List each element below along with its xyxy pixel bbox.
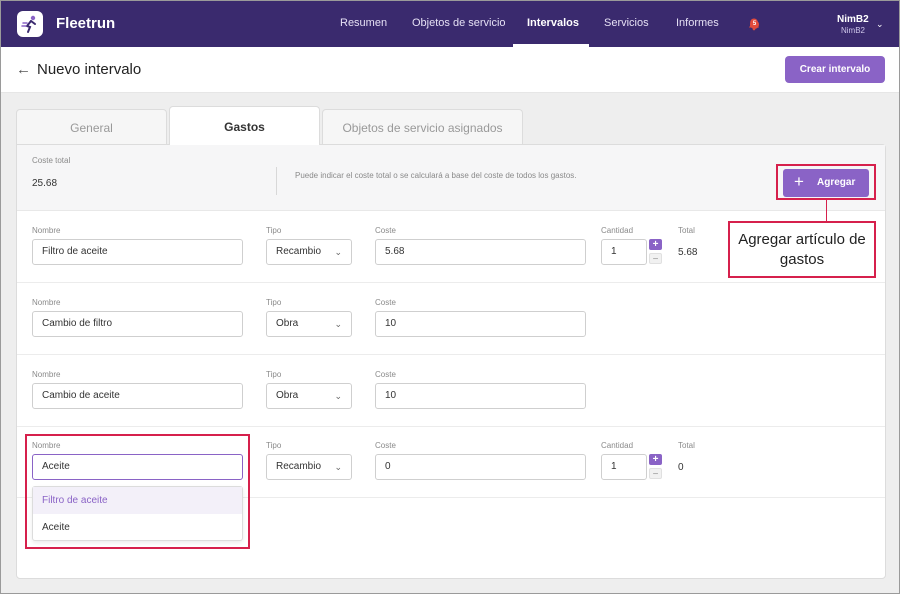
highlight-box [776, 164, 876, 200]
screenshot-frame: Fleetrun Resumen Objetos de servicio Int… [0, 0, 900, 594]
tab-general[interactable]: General [16, 109, 167, 144]
row-total: 5.68 [678, 247, 698, 258]
cost-label: Coste [375, 226, 396, 235]
divider [276, 167, 277, 195]
tab-gastos[interactable]: Gastos [169, 106, 320, 145]
chevron-down-icon: ⌄ [334, 462, 342, 472]
user-account: NimB2 [841, 26, 866, 35]
expense-type-select[interactable]: Recambio ⌄ [266, 454, 352, 480]
notification-count: 5 [750, 20, 759, 29]
expense-name-input[interactable]: Cambio de aceite [32, 383, 243, 409]
page-header: ← Nuevo intervalo [1, 47, 899, 93]
annotation-callout: Agregar artículo de gastos [728, 221, 876, 278]
expense-type-select[interactable]: Obra ⌄ [266, 383, 352, 409]
name-label: Nombre [32, 298, 61, 307]
nav-link-servicios[interactable]: Servicios [604, 17, 649, 29]
annotation-connector [826, 199, 827, 222]
quantity-input[interactable]: 1 [601, 454, 647, 480]
chevron-down-icon: ⌄ [334, 319, 342, 329]
total-label: Total [678, 441, 695, 450]
tab-assigned-objects[interactable]: Objetos de servicio asignados [322, 109, 523, 144]
expense-cost-input[interactable]: 10 [375, 311, 586, 337]
quantity-increment-button[interactable]: + [649, 239, 662, 250]
expense-type-value: Obra [276, 390, 299, 401]
quantity-decrement-button[interactable]: − [649, 468, 662, 480]
create-interval-button[interactable]: Crear intervalo [785, 56, 885, 83]
chevron-down-icon: ⌄ [334, 247, 342, 257]
quantity-increment-button[interactable]: + [649, 454, 662, 465]
expense-type-select[interactable]: Recambio ⌄ [266, 239, 352, 265]
nav-link-informes[interactable]: Informes [676, 17, 719, 29]
nav-link-intervalos[interactable]: Intervalos [527, 17, 579, 29]
type-label: Tipo [266, 226, 282, 235]
expense-cost-input[interactable]: 5.68 [375, 239, 586, 265]
expense-cost-input[interactable]: 0 [375, 454, 586, 480]
expense-name-input[interactable]: Filtro de aceite [32, 239, 243, 265]
type-label: Tipo [266, 298, 282, 307]
nav-link-resumen[interactable]: Resumen [340, 17, 387, 29]
back-arrow-icon[interactable]: ← [16, 61, 31, 78]
quantity-input[interactable]: 1 [601, 239, 647, 265]
chevron-down-icon[interactable]: ⌄ [876, 19, 884, 30]
expense-type-select[interactable]: Obra ⌄ [266, 311, 352, 337]
type-label: Tipo [266, 370, 282, 379]
top-navigation: Fleetrun Resumen Objetos de servicio Int… [1, 1, 899, 47]
highlight-box [25, 434, 250, 549]
cost-label: Coste [375, 441, 396, 450]
total-cost-label: Coste total [32, 156, 71, 165]
page-title: Nuevo intervalo [37, 61, 142, 78]
cost-label: Coste [375, 298, 396, 307]
expense-type-value: Recambio [276, 246, 322, 257]
total-cost-hint: Puede indicar el coste total o se calcul… [295, 171, 577, 180]
quantity-decrement-button[interactable]: − [649, 253, 662, 265]
user-name[interactable]: NimB2 [837, 14, 869, 25]
row-divider [17, 426, 885, 427]
name-label: Nombre [32, 226, 61, 235]
cost-label: Coste [375, 370, 396, 379]
expense-cost-input[interactable]: 10 [375, 383, 586, 409]
total-label: Total [678, 226, 695, 235]
total-cost-value[interactable]: 25.68 [32, 178, 57, 189]
brand-name: Fleetrun [56, 15, 116, 32]
quantity-label: Cantidad [601, 441, 634, 450]
expense-type-value: Obra [276, 318, 299, 329]
row-divider [17, 282, 885, 283]
expense-name-input[interactable]: Cambio de filtro [32, 311, 243, 337]
row-total: 0 [678, 462, 684, 473]
name-label: Nombre [32, 370, 61, 379]
row-divider [17, 354, 885, 355]
quantity-label: Cantidad [601, 226, 634, 235]
nav-link-objetos[interactable]: Objetos de servicio [412, 17, 506, 29]
type-label: Tipo [266, 441, 282, 450]
fleetrun-logo[interactable] [17, 11, 43, 37]
expense-type-value: Recambio [276, 461, 322, 472]
chevron-down-icon: ⌄ [334, 391, 342, 401]
